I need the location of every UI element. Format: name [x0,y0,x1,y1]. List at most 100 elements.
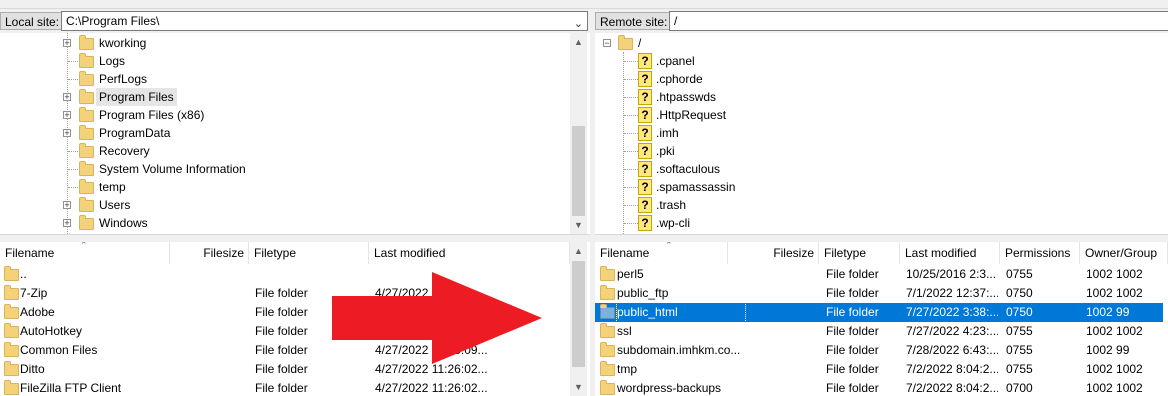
local-list-scrollbar[interactable]: ▲ ▼ [570,242,587,396]
remote-path-value: / [674,14,678,28]
remote-file-list: Filename ⌃ Filesize Filetype Last modifi… [595,242,1168,396]
remote-tree-item[interactable]: .imh [656,124,679,142]
remote-tree-item[interactable]: .cphorde [656,70,703,88]
file-owner: 1002 99 [1086,343,1130,357]
local-tree-item[interactable]: Program Files (x86) [96,106,207,124]
local-path-value: C:\Program Files\ [66,14,160,28]
table-row[interactable]: public_html File folder 7/27/2022 3:38:...… [595,302,1163,323]
remote-directory-tree: − / ? .cpanel? .cphorde? .htpasswds? .HttpRe… [595,33,1168,234]
col-filetype[interactable]: Filetype [249,242,369,264]
unknown-folder-icon: ? [638,107,652,123]
file-name: AutoHotkey [20,324,83,338]
table-row[interactable]: public_ftp File folder 7/1/2022 12:37:... 0… [595,284,1163,303]
local-list-header: Filename ⌃ Filesize Filetype Last modifi… [0,242,570,264]
local-tree-item[interactable]: kworking [96,34,149,52]
scroll-up-icon[interactable]: ▲ [570,246,587,256]
chevron-down-icon[interactable]: ⌄ [574,15,583,33]
remote-tree-item[interactable]: .pki [656,142,675,160]
remote-tree-item[interactable]: .wp-cli [656,214,690,232]
table-row[interactable]: ssl File folder 7/27/2022 4:23:... 0755 1002… [595,322,1163,341]
unknown-folder-icon: ? [638,197,652,213]
scroll-down-icon[interactable]: ▼ [570,382,587,392]
folder-icon [600,285,615,300]
local-tree-item[interactable]: Program Files [96,88,177,106]
tree-guide [624,187,638,188]
local-site-bar: Local site: C:\Program Files\ ⌄ [0,9,590,33]
scroll-down-icon[interactable]: ▼ [570,220,587,230]
collapse-icon[interactable]: − [603,39,611,48]
scroll-thumb[interactable] [572,261,585,367]
local-tree-item[interactable]: PerfLogs [96,70,150,88]
scroll-thumb[interactable] [572,126,585,216]
file-permissions: 0750 [1006,286,1033,300]
remote-site-bar: Remote site: / [595,9,1168,33]
col-filetype[interactable]: Filetype [819,242,900,264]
file-modified: 7/28/2022 6:43:... [906,343,998,357]
expand-icon[interactable]: + [63,201,71,210]
unknown-folder-icon: ? [638,215,652,231]
tree-guide [624,61,638,62]
remote-tree-item[interactable]: .HttpRequest [656,106,726,124]
col-modified[interactable]: Last modified [369,242,570,264]
table-row[interactable]: FileZilla FTP Client File folder 4/27/2022… [0,379,570,396]
local-tree-item[interactable]: Users [96,196,133,214]
remote-tree-root[interactable]: / [638,34,641,52]
table-row[interactable]: perl5 File folder 10/25/2016 2:3... 0755 100… [595,265,1163,284]
remote-tree-item[interactable]: .cpanel [656,52,695,70]
expand-icon[interactable]: + [63,219,71,228]
unknown-folder-icon: ? [638,89,652,105]
file-permissions: 0755 [1006,324,1033,338]
file-name: public_html [616,302,746,323]
table-row[interactable]: tmp File folder 7/2/2022 8:04:2... 0755 1002… [595,360,1163,379]
tree-guide [68,169,78,170]
tree-guide [68,187,78,188]
local-tree-item[interactable]: System Volume Information [96,160,249,178]
tree-guide [68,79,78,80]
scroll-up-icon[interactable]: ▲ [570,37,587,47]
local-path-input[interactable]: C:\Program Files\ ⌄ [61,11,588,31]
remote-tree-item[interactable]: .softaculous [656,160,720,178]
folder-icon [4,266,19,281]
remote-path-input[interactable]: / [669,11,1168,31]
col-filesize[interactable]: Filesize [728,242,819,264]
file-type: File folder [255,381,308,395]
expand-icon[interactable]: + [63,93,71,102]
file-permissions: 0750 [1006,305,1033,319]
local-tree-item[interactable]: ProgramData [96,124,173,142]
folder-icon [4,361,19,376]
unknown-folder-icon: ? [638,53,652,69]
remote-tree-item[interactable]: .trash [656,196,686,214]
remote-tree-item[interactable]: .htpasswds [656,88,716,106]
tree-guide [624,97,638,98]
folder-icon [4,304,19,319]
local-tree-item[interactable]: Recovery [96,142,153,160]
local-tree-item[interactable]: Logs [96,52,128,70]
col-owner[interactable]: Owner/Group [1080,242,1168,264]
col-filename[interactable]: Filename [595,242,728,264]
local-tree-item[interactable]: temp [96,178,129,196]
local-tree-scrollbar[interactable]: ▲ ▼ [570,33,587,234]
file-owner: 1002 99 [1086,305,1130,319]
file-name: perl5 [617,267,644,281]
tree-guide [68,151,78,152]
unknown-folder-icon: ? [638,143,652,159]
folder-icon [600,304,615,319]
tree-guide [624,133,638,134]
file-type: File folder [826,362,879,376]
expand-icon[interactable]: + [63,39,71,48]
remote-tree-item[interactable]: .spamassassin [656,178,735,196]
expand-icon[interactable]: + [63,129,71,138]
tree-guide [624,115,638,116]
file-name: .. [20,267,27,281]
file-name: ssl [617,324,632,338]
col-filesize[interactable]: Filesize [170,242,249,264]
remote-root-label: / [638,36,642,50]
col-permissions[interactable]: Permissions [1000,242,1080,264]
file-name: FileZilla FTP Client [20,381,122,395]
table-row[interactable]: subdomain.imhkm.co... File folder 7/28/202… [595,341,1163,360]
local-tree-item[interactable]: Windows [96,214,151,232]
splitter[interactable] [0,234,1168,242]
col-modified[interactable]: Last modified [900,242,1000,264]
expand-icon[interactable]: + [63,111,71,120]
table-row[interactable]: wordpress-backups File folder 7/2/2022 8:0… [595,379,1163,396]
